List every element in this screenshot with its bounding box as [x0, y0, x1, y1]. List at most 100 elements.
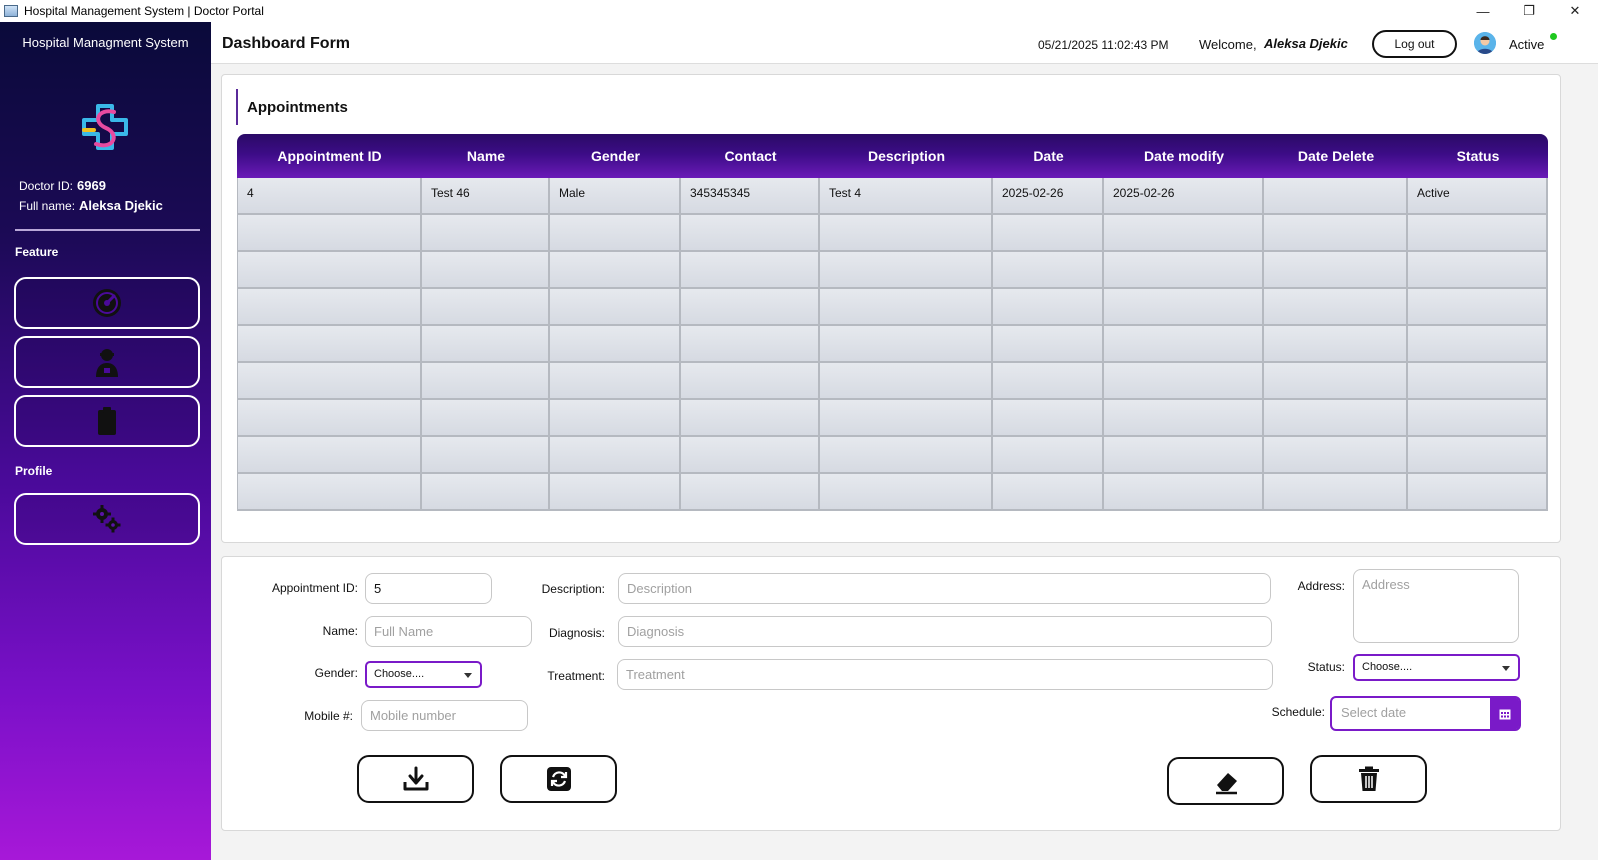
table-row[interactable]	[237, 437, 1548, 474]
table-cell	[1408, 252, 1548, 287]
treatment-input[interactable]: Treatment	[617, 659, 1273, 690]
sidebar-doctor-button[interactable]	[14, 336, 200, 388]
download-save-icon	[403, 766, 428, 791]
table-cell	[1264, 178, 1408, 213]
save-button[interactable]	[357, 755, 474, 803]
calendar-button[interactable]	[1490, 698, 1519, 729]
table-cell	[550, 363, 681, 398]
diagnosis-input[interactable]: Diagnosis	[618, 616, 1272, 647]
column-header[interactable]: Gender	[550, 134, 681, 178]
user-avatar-icon	[1474, 32, 1496, 54]
table-cell	[681, 400, 820, 435]
table-cell	[681, 215, 820, 250]
settings-gears-icon	[93, 505, 121, 533]
online-status-dot	[1550, 33, 1557, 40]
treatment-label: Treatment:	[547, 669, 605, 683]
sidebar-dashboard-button[interactable]	[14, 277, 200, 329]
table-cell	[820, 252, 993, 287]
table-cell	[237, 289, 422, 324]
table-cell	[237, 363, 422, 398]
schedule-date-picker[interactable]: Select date	[1330, 696, 1521, 731]
address-textarea[interactable]: Address	[1353, 569, 1519, 643]
table-cell	[1264, 215, 1408, 250]
table-row[interactable]	[237, 289, 1548, 326]
update-button[interactable]	[500, 755, 617, 803]
appointments-panel: Appointments Appointment ID Name Gender …	[221, 74, 1561, 543]
appointment-id-input[interactable]: 5	[365, 573, 492, 604]
diagnosis-label: Diagnosis:	[548, 626, 605, 640]
maximize-button[interactable]: ❐	[1506, 0, 1552, 22]
table-cell: Active	[1408, 178, 1548, 213]
description-input[interactable]: Description	[618, 573, 1271, 604]
table-cell	[237, 437, 422, 472]
table-cell	[1104, 252, 1264, 287]
table-cell	[550, 474, 681, 509]
table-row[interactable]	[237, 215, 1548, 252]
column-header[interactable]: Contact	[681, 134, 820, 178]
table-header: Appointment ID Name Gender Contact Descr…	[237, 134, 1548, 178]
table-cell	[237, 252, 422, 287]
table-cell	[422, 400, 550, 435]
table-cell	[993, 400, 1104, 435]
close-button[interactable]: ✕	[1552, 0, 1598, 22]
table-cell	[1264, 363, 1408, 398]
column-header[interactable]: Date modify	[1104, 134, 1264, 178]
full-name-label: Full name:	[19, 199, 76, 213]
minimize-button[interactable]: —	[1460, 0, 1506, 22]
table-cell	[820, 363, 993, 398]
window-title: Hospital Management System | Doctor Port…	[24, 4, 264, 18]
table-body: 4 Test 46 Male 345345345 Test 4 2025-02-26 202…	[237, 178, 1548, 511]
sidebar-clipboard-button[interactable]	[14, 395, 200, 447]
table-cell	[422, 252, 550, 287]
doctor-id-label: Doctor ID:	[19, 179, 74, 193]
table-cell	[550, 437, 681, 472]
table-cell	[993, 289, 1104, 324]
appointments-table[interactable]: Appointment ID Name Gender Contact Descr…	[237, 134, 1548, 518]
schedule-placeholder: Select date	[1341, 705, 1407, 720]
column-header[interactable]: Description	[820, 134, 993, 178]
delete-button[interactable]	[1310, 755, 1427, 803]
table-row[interactable]	[237, 400, 1548, 437]
column-header[interactable]: Date	[993, 134, 1104, 178]
clear-button[interactable]	[1167, 757, 1284, 805]
full-name-value: Aleksa Djekic	[79, 198, 163, 213]
column-header[interactable]: Name	[422, 134, 550, 178]
doctor-icon	[96, 349, 118, 377]
table-cell	[550, 252, 681, 287]
sidebar-settings-button[interactable]	[14, 493, 200, 545]
sidebar-app-name: Hospital Managment System	[22, 35, 189, 50]
column-header[interactable]: Date Delete	[1264, 134, 1408, 178]
table-cell	[422, 363, 550, 398]
table-cell	[1104, 215, 1264, 250]
table-cell	[820, 474, 993, 509]
table-row[interactable]	[237, 252, 1548, 289]
address-label: Address:	[1297, 579, 1345, 593]
table-cell	[422, 289, 550, 324]
table-row[interactable]: 4 Test 46 Male 345345345 Test 4 2025-02-26 202…	[237, 178, 1548, 215]
page-title: Dashboard Form	[222, 35, 351, 52]
avatar[interactable]	[1474, 32, 1496, 54]
table-cell	[681, 326, 820, 361]
table-cell	[681, 363, 820, 398]
logout-button[interactable]: Log out	[1372, 30, 1457, 58]
table-row[interactable]	[237, 326, 1548, 363]
trash-icon	[1358, 766, 1379, 791]
mobile-number-input[interactable]: Mobile number	[361, 700, 528, 731]
table-cell	[237, 326, 422, 361]
table-cell	[1408, 400, 1548, 435]
online-status-label: Active	[1509, 37, 1545, 52]
table-cell	[1104, 437, 1264, 472]
table-cell	[681, 289, 820, 324]
table-row[interactable]	[237, 363, 1548, 400]
table-cell	[993, 215, 1104, 250]
table-cell: 345345345	[681, 178, 820, 213]
status-select[interactable]: Choose....	[1353, 654, 1520, 681]
current-datetime: 05/21/2025 11:02:43 PM	[1038, 38, 1169, 52]
top-header: Dashboard Form 05/21/2025 11:02:43 PM We…	[211, 22, 1598, 64]
table-row[interactable]	[237, 474, 1548, 511]
full-name-input[interactable]: Full Name	[365, 616, 532, 647]
clipboard-icon	[98, 407, 116, 435]
gender-select[interactable]: Choose....	[365, 661, 482, 688]
column-header[interactable]: Status	[1408, 134, 1548, 178]
column-header[interactable]: Appointment ID	[237, 134, 422, 178]
